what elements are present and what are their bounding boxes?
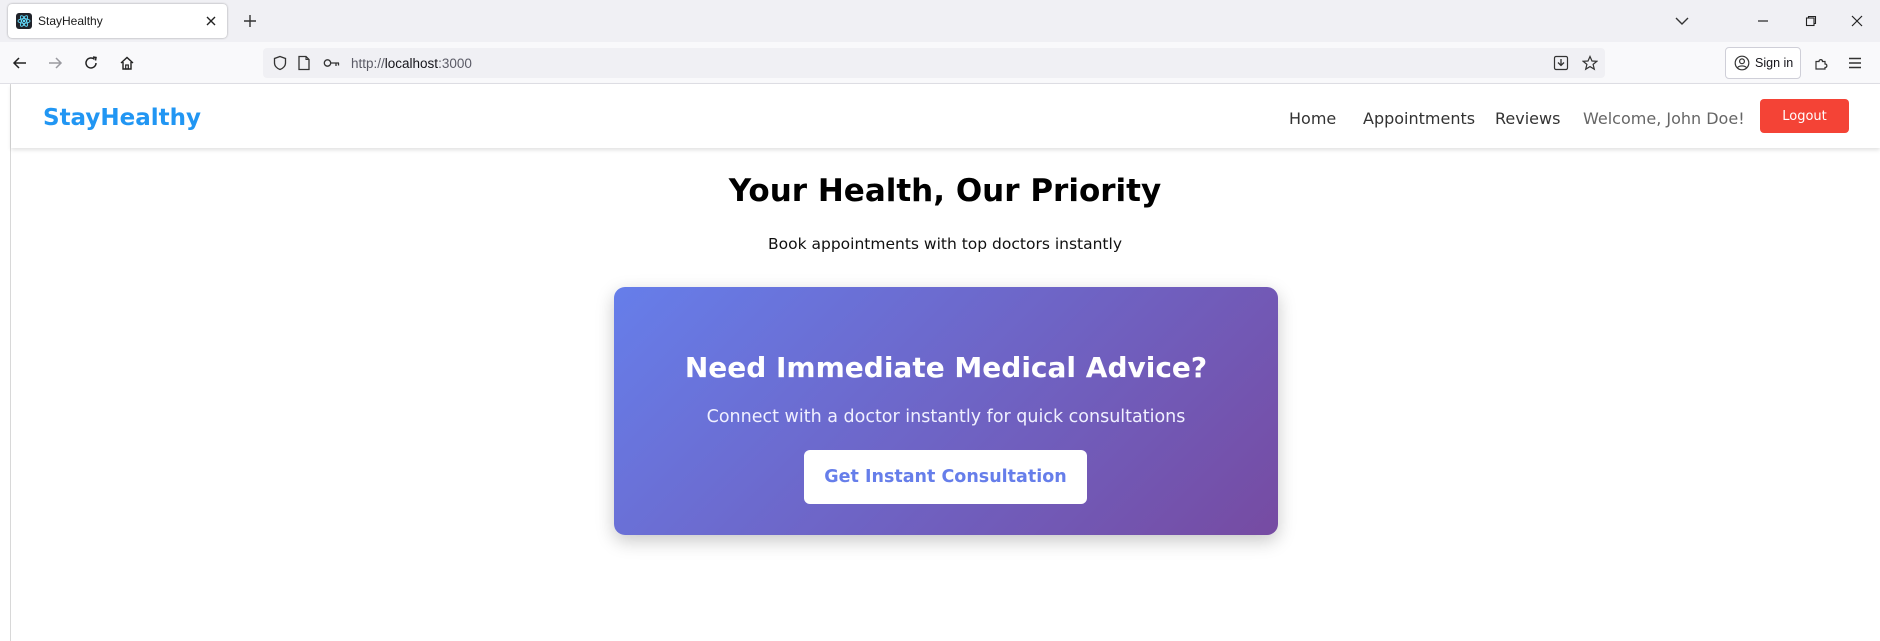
- menu-hamburger-icon[interactable]: [1841, 49, 1869, 77]
- back-arrow-icon[interactable]: [6, 49, 34, 77]
- brand-logo[interactable]: StayHealthy: [43, 105, 201, 131]
- page-viewport: StayHealthy Home Appointments Reviews We…: [0, 84, 1880, 641]
- url-scheme: http://: [351, 55, 385, 71]
- welcome-message: Welcome, John Doe!: [1583, 109, 1745, 128]
- card-subtitle: Connect with a doctor instantly for quic…: [706, 407, 1186, 427]
- url-text[interactable]: http://localhost:3000: [351, 56, 472, 71]
- sign-in-button[interactable]: Sign in: [1725, 47, 1801, 79]
- bookmark-star-icon[interactable]: [1579, 52, 1601, 74]
- site-header: StayHealthy Home Appointments Reviews We…: [11, 84, 1880, 148]
- reload-icon[interactable]: [77, 49, 105, 77]
- list-all-tabs-icon[interactable]: [1670, 10, 1694, 32]
- new-tab-icon[interactable]: [238, 9, 262, 33]
- home-icon[interactable]: [113, 49, 141, 77]
- instant-consultation-card: Need Immediate Medical Advice? Connect w…: [614, 287, 1278, 535]
- minimize-window-icon[interactable]: [1740, 0, 1786, 42]
- close-tab-icon[interactable]: [201, 11, 221, 31]
- account-icon: [1734, 55, 1750, 71]
- forward-arrow-icon[interactable]: [41, 49, 69, 77]
- hero-subtitle: Book appointments with top doctors insta…: [768, 235, 1122, 253]
- nav-link-appointments[interactable]: Appointments: [1363, 109, 1475, 128]
- get-instant-consultation-button[interactable]: Get Instant Consultation: [804, 450, 1087, 504]
- tab-title: StayHealthy: [38, 14, 103, 28]
- sign-in-label: Sign in: [1755, 56, 1794, 70]
- browser-tabstrip: StayHealthy: [0, 0, 1880, 42]
- close-window-icon[interactable]: [1834, 0, 1880, 42]
- browser-tab[interactable]: StayHealthy: [8, 4, 227, 38]
- shield-icon[interactable]: [269, 52, 291, 74]
- key-permissions-icon[interactable]: [321, 52, 343, 74]
- url-port: :3000: [438, 55, 472, 71]
- extensions-icon[interactable]: [1807, 49, 1835, 77]
- react-favicon-icon: [16, 13, 32, 29]
- page-info-icon[interactable]: [293, 52, 315, 74]
- logout-button[interactable]: Logout: [1760, 99, 1849, 133]
- browser-toolbar: http://localhost:3000 Sign in: [0, 42, 1880, 84]
- hero-title: Your Health, Our Priority: [728, 173, 1162, 209]
- viewport-edge: [10, 84, 11, 641]
- address-bar[interactable]: http://localhost:3000: [263, 48, 1605, 78]
- nav-link-home[interactable]: Home: [1289, 109, 1336, 128]
- card-title: Need Immediate Medical Advice?: [684, 351, 1208, 384]
- save-to-pocket-icon[interactable]: [1550, 52, 1572, 74]
- url-host: localhost: [384, 55, 439, 71]
- restore-window-icon[interactable]: [1788, 0, 1834, 42]
- nav-link-reviews[interactable]: Reviews: [1495, 109, 1560, 128]
